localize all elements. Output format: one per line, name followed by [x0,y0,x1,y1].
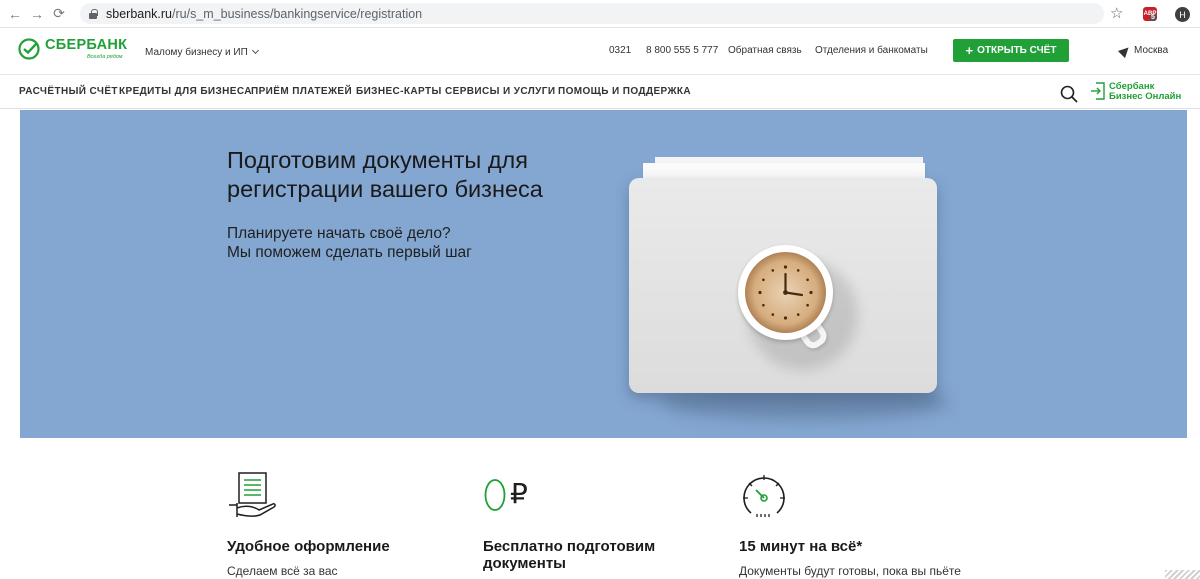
phone-link[interactable]: 8 800 555 5 777 [646,45,718,56]
lock-icon [88,8,98,19]
chevron-down-icon [251,46,259,55]
nav-item-services[interactable]: СЕРВИСЫ И УСЛУГИ [445,86,555,97]
sbol-line2: Бизнес Онлайн [1109,91,1182,102]
hero-subtitle: Планируете начать своё дело? Мы поможем … [227,225,472,261]
document-hand-icon [229,472,276,517]
sberbank-logo[interactable]: СБЕРБАНК Всегда рядом [18,38,127,61]
feedback-link[interactable]: Обратная связь [728,45,802,56]
location-arrow-icon [1117,43,1133,58]
city-label: Москва [1134,45,1169,56]
clock-icon [758,265,813,320]
segment-dropdown[interactable]: Малому бизнесу и ИП [145,46,259,58]
bookmark-star-icon[interactable]: ☆ [1110,4,1123,22]
reload-icon[interactable]: ⟳ [48,3,70,25]
back-arrow-icon[interactable]: ← [4,3,26,25]
city-selector[interactable]: Москва [1117,43,1169,58]
sbol-login-link[interactable]: Сбербанк Бизнес Онлайн [1091,82,1181,102]
feature-15-minutes: 15 минут на всё* Документы будут готовы,… [739,470,969,578]
browser-toolbar: ← → ⟳ sberbank.ru/ru/s_m_business/bankin… [0,0,1200,28]
open-account-button[interactable]: + ОТКРЫТЬ СЧЁТ [953,39,1069,62]
address-bar[interactable]: sberbank.ru/ru/s_m_business/bankingservi… [80,3,1104,24]
feature-title: Удобное оформление [227,538,390,555]
forward-arrow-icon[interactable]: → [26,3,48,25]
feature-easy-registration: Удобное оформление Сделаем всё за вас [227,470,457,578]
resize-grip[interactable] [1165,570,1200,579]
feature-text: Документы будут готовы, пока вы пьёте [739,564,961,578]
nav-item-credits[interactable]: КРЕДИТЫ ДЛЯ БИЗНЕСА [119,86,252,97]
adblock-extension-icon[interactable]: ABP 5 [1143,7,1157,21]
ruble-sign: ₽ [510,478,528,509]
nav-item-cards[interactable]: БИЗНЕС-КАРТЫ [356,86,442,97]
main-nav: РАСЧЁТНЫЙ СЧЁТ КРЕДИТЫ ДЛЯ БИЗНЕСА ПРИЁМ… [0,75,1200,109]
nav-item-account[interactable]: РАСЧЁТНЫЙ СЧЁТ [19,86,118,97]
search-icon[interactable] [1060,85,1078,103]
hero-title: Подготовим документы для регистрации ваш… [227,147,543,202]
url-host: sberbank.ru [106,6,173,21]
extension-count-badge: 5 [1150,14,1156,21]
stopwatch-icon [743,475,785,517]
login-icon [1091,82,1105,100]
url-path: /ru/s_m_business/bankingservice/registra… [172,6,423,21]
feature-text: Сделаем всё за вас [227,564,338,578]
logo-slogan: Всегда рядом [87,54,123,60]
nav-item-help[interactable]: ПОМОЩЬ И ПОДДЕРЖКА [558,86,691,97]
feature-title: Бесплатно подготовим документы [483,538,656,572]
short-number-link[interactable]: 0321 [609,45,631,56]
open-account-label: ОТКРЫТЬ СЧЁТ [977,45,1057,56]
hero-banner: Подготовим документы для регистрации ваш… [20,110,1187,438]
branches-link[interactable]: Отделения и банкоматы [815,45,928,56]
plus-icon: + [965,42,974,58]
segment-label: Малому бизнесу и ИП [145,47,248,58]
logo-name: СБЕРБАНК [45,37,128,53]
feature-title: 15 минут на всё* [739,538,863,555]
site-header: СБЕРБАНК Всегда рядом Малому бизнесу и И… [0,28,1200,74]
nav-item-payments[interactable]: ПРИЁМ ПЛАТЕЖЕЙ [251,86,352,97]
sberbank-logo-icon [18,38,40,60]
feature-free-documents: ₽ Бесплатно подготовим документы [483,470,713,572]
profile-avatar[interactable]: Н [1175,7,1190,22]
